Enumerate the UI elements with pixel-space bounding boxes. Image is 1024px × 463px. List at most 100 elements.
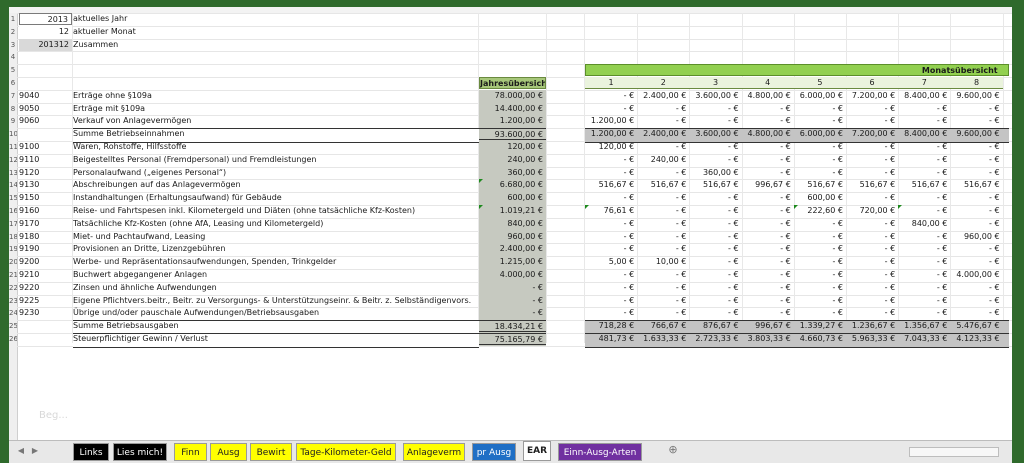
month-value[interactable]: - € (689, 115, 741, 127)
month-value[interactable]: - € (742, 256, 794, 268)
month-value[interactable]: - € (950, 243, 1002, 255)
month-value[interactable]: - € (742, 243, 794, 255)
tab-ausg[interactable]: Ausg (210, 443, 247, 461)
month-value[interactable]: - € (689, 154, 741, 166)
account-label[interactable]: Summe Betriebseinnahmen (73, 128, 475, 140)
account-code[interactable]: 9200 (19, 256, 69, 268)
month-value[interactable]: - € (637, 167, 689, 179)
month-value[interactable]: 4.800,00 € (742, 90, 794, 102)
account-code[interactable]: 9120 (19, 167, 69, 179)
month-value[interactable]: - € (898, 282, 950, 294)
month-value[interactable]: 3.600,00 € (689, 128, 741, 140)
month-value[interactable]: - € (637, 205, 689, 217)
month-value[interactable]: 516,67 € (846, 179, 898, 191)
month-value[interactable]: 9.600,00 € (950, 90, 1002, 102)
month-value[interactable]: - € (794, 141, 846, 153)
month-value[interactable]: - € (637, 269, 689, 281)
yearly-value[interactable]: 240,00 € (479, 154, 546, 166)
month-value[interactable]: - € (742, 307, 794, 319)
month-value[interactable]: 8.400,00 € (898, 90, 950, 102)
month-value[interactable]: - € (585, 307, 637, 319)
month-value[interactable]: - € (794, 167, 846, 179)
month-value[interactable]: - € (585, 103, 637, 115)
account-code[interactable]: 9190 (19, 243, 69, 255)
account-code[interactable]: 9150 (19, 192, 69, 204)
month-value[interactable]: - € (689, 231, 741, 243)
month-value[interactable]: - € (950, 141, 1002, 153)
month-value[interactable]: 1.200,00 € (585, 115, 637, 127)
month-value[interactable]: - € (950, 167, 1002, 179)
month-value[interactable]: - € (950, 154, 1002, 166)
yearly-value[interactable]: 840,00 € (479, 218, 546, 230)
tab-finn[interactable]: Finn (174, 443, 207, 461)
yearly-value[interactable]: 18.434,21 € (479, 320, 546, 333)
month-value[interactable]: 516,67 € (585, 179, 637, 191)
month-value[interactable]: - € (689, 295, 741, 307)
month-value[interactable]: - € (689, 307, 741, 319)
month-value[interactable]: 240,00 € (637, 154, 689, 166)
month-value[interactable]: - € (585, 231, 637, 243)
month-value[interactable]: - € (742, 205, 794, 217)
account-code[interactable] (19, 128, 69, 140)
month-value[interactable]: - € (950, 103, 1002, 115)
month-value[interactable]: 2.400,00 € (637, 90, 689, 102)
month-value[interactable]: 120,00 € (585, 141, 637, 153)
month-value[interactable]: - € (689, 205, 741, 217)
yearly-value[interactable]: 1.215,00 € (479, 256, 546, 268)
month-value[interactable]: 6.000,00 € (794, 90, 846, 102)
month-value[interactable]: 8.400,00 € (898, 128, 950, 140)
month-value[interactable]: - € (637, 192, 689, 204)
month-value[interactable]: - € (846, 307, 898, 319)
yearly-value[interactable]: 6.680,00 € (479, 179, 546, 191)
month-value[interactable]: 10,00 € (637, 256, 689, 268)
month-value[interactable]: - € (585, 90, 637, 102)
month-value[interactable]: - € (637, 231, 689, 243)
month-value[interactable]: 4.000,00 € (950, 269, 1002, 281)
account-label[interactable]: Verkauf von Anlagevermögen (73, 115, 475, 127)
month-value[interactable]: 876,67 € (689, 320, 741, 332)
tab-scroll-left-icon[interactable]: ◀ (15, 445, 27, 457)
month-value[interactable]: - € (794, 269, 846, 281)
month-value[interactable]: 2.400,00 € (637, 128, 689, 140)
account-label[interactable]: Übrige und/oder pauschale Aufwendungen/B… (73, 307, 475, 319)
yearly-value[interactable]: - € (479, 295, 546, 307)
month-value[interactable]: - € (950, 282, 1002, 294)
month-value[interactable]: - € (742, 192, 794, 204)
month-value[interactable]: 4.123,33 € (950, 333, 1002, 345)
month-value[interactable]: - € (950, 205, 1002, 217)
month-value[interactable]: - € (898, 231, 950, 243)
month-value[interactable]: - € (637, 141, 689, 153)
horizontal-scrollbar[interactable] (909, 447, 999, 457)
month-value[interactable]: - € (898, 295, 950, 307)
month-value[interactable]: 996,67 € (742, 179, 794, 191)
month-value[interactable]: - € (585, 218, 637, 230)
top-block-value[interactable]: 2013 (19, 13, 72, 25)
month-value[interactable]: - € (846, 154, 898, 166)
month-value[interactable]: 222,60 € (794, 205, 846, 217)
yearly-value[interactable]: 360,00 € (479, 167, 546, 179)
month-value[interactable]: - € (585, 282, 637, 294)
yearly-value[interactable]: 93.600,00 € (479, 128, 546, 141)
account-label[interactable]: Buchwert abgegangener Anlagen (73, 269, 475, 281)
tab-anlageverm[interactable]: Anlageverm (403, 443, 465, 461)
month-value[interactable]: 7.200,00 € (846, 128, 898, 140)
account-code[interactable]: 9225 (19, 295, 69, 307)
month-value[interactable]: - € (950, 256, 1002, 268)
month-value[interactable]: 481,73 € (585, 333, 637, 345)
month-value[interactable]: - € (689, 103, 741, 115)
month-value[interactable]: - € (742, 269, 794, 281)
month-value[interactable]: 996,67 € (742, 320, 794, 332)
yearly-value[interactable]: 2.400,00 € (479, 243, 546, 255)
month-value[interactable]: - € (846, 103, 898, 115)
month-value[interactable]: - € (846, 192, 898, 204)
month-value[interactable]: 6.000,00 € (794, 128, 846, 140)
month-value[interactable]: - € (794, 154, 846, 166)
account-label[interactable]: Abschreibungen auf das Anlagevermögen (73, 179, 475, 191)
account-code[interactable]: 9130 (19, 179, 69, 191)
month-value[interactable]: - € (950, 115, 1002, 127)
account-label[interactable]: Zinsen und ähnliche Aufwendungen (73, 282, 475, 294)
month-value[interactable]: 720,00 € (846, 205, 898, 217)
month-value[interactable]: 766,67 € (637, 320, 689, 332)
yearly-value[interactable]: 600,00 € (479, 192, 546, 204)
account-code[interactable]: 9110 (19, 154, 69, 166)
